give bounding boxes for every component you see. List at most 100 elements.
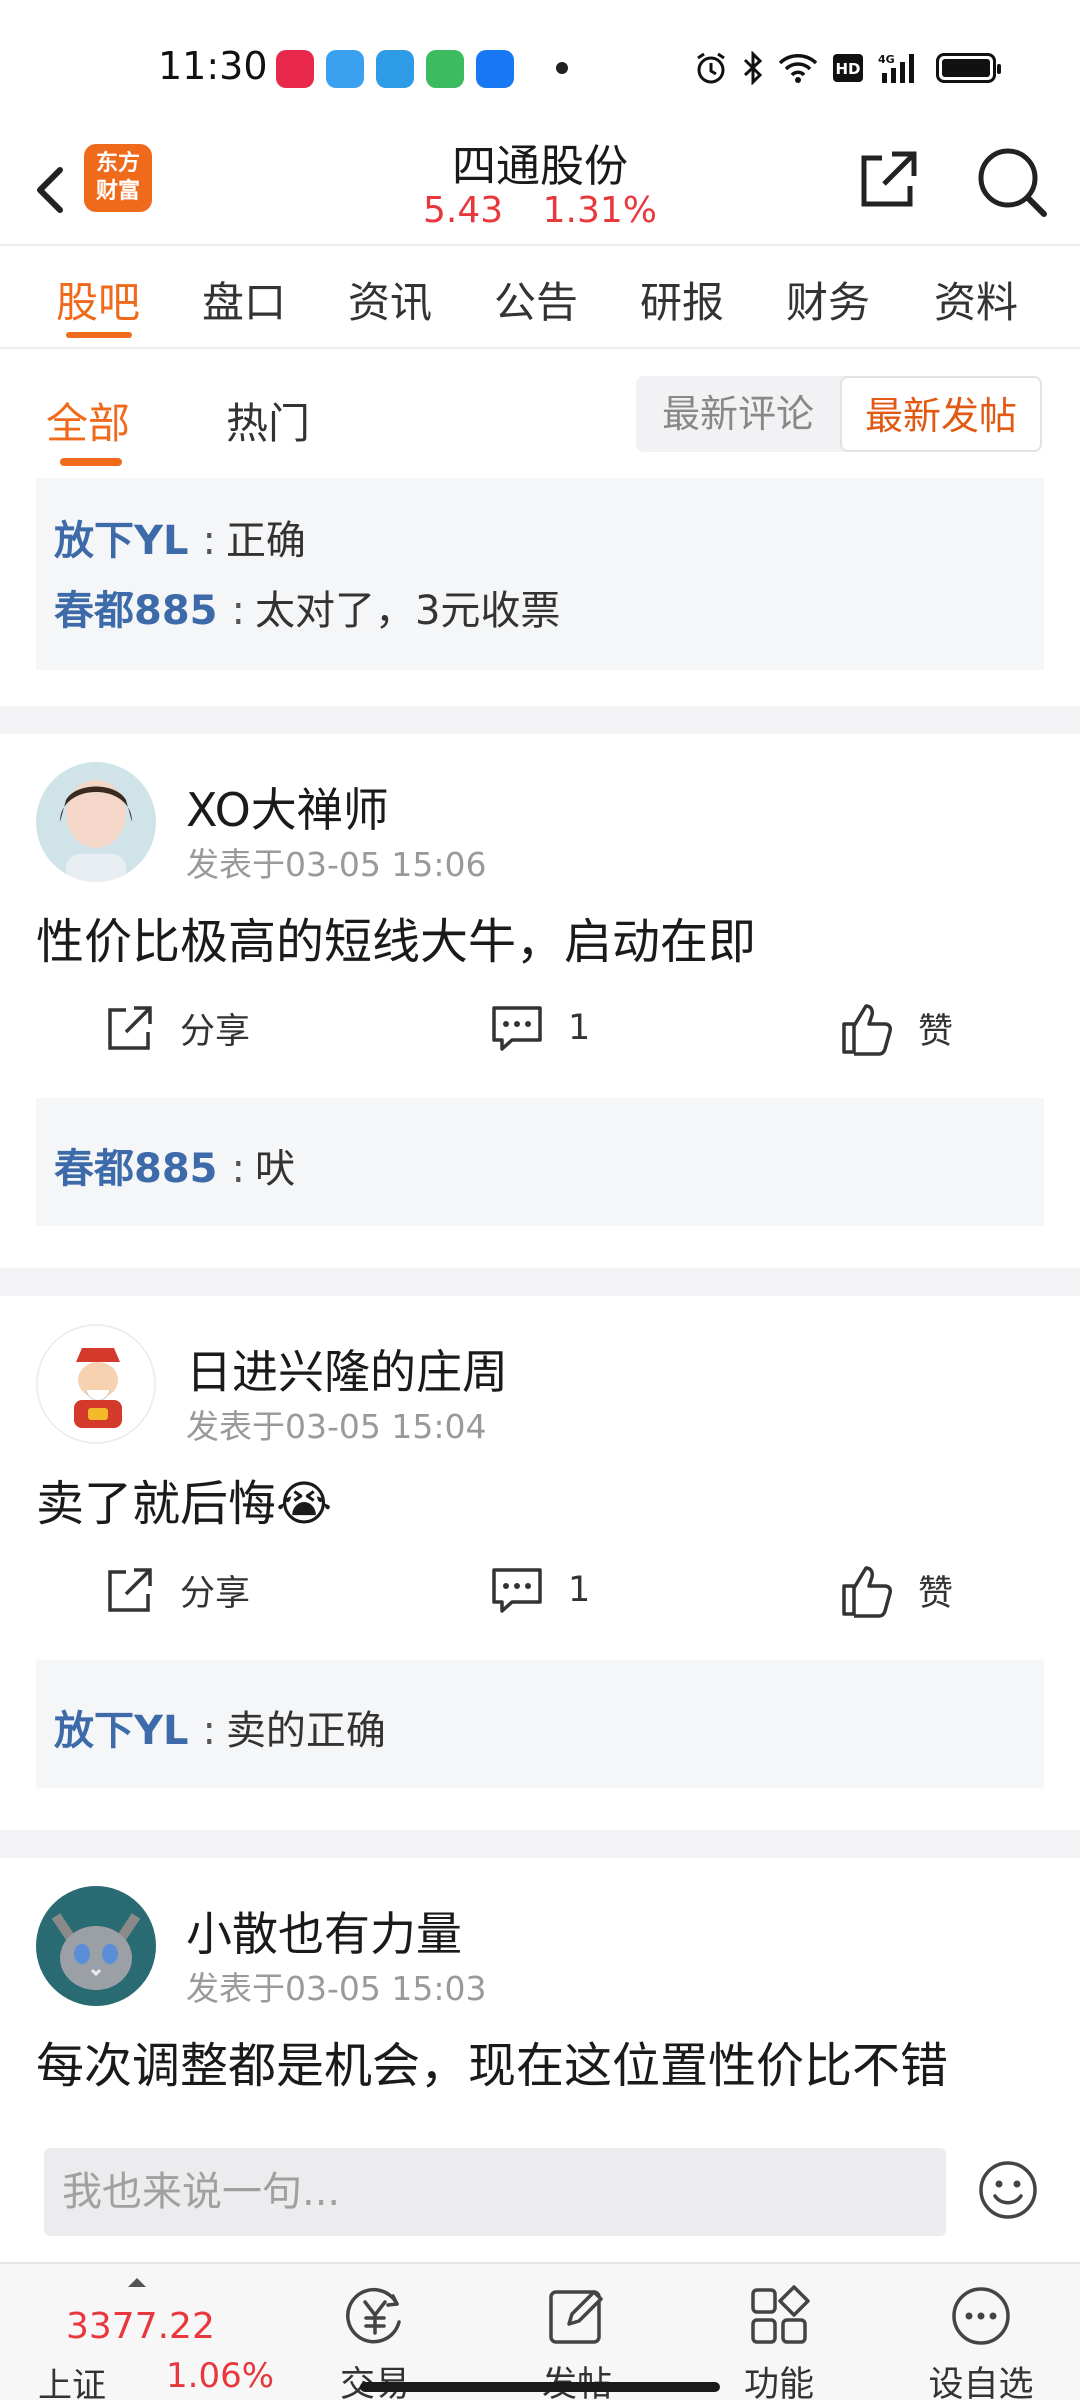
- comment-count: 1: [568, 1570, 591, 1610]
- reply-preview-box[interactable]: 放下YL: 正确 春都885: 太对了，3元收票: [36, 478, 1044, 670]
- author-name[interactable]: XO大禅师: [186, 774, 389, 840]
- nav-add-watchlist[interactable]: 设自选: [916, 2264, 1046, 2400]
- subtab-hot[interactable]: 热门: [226, 390, 310, 451]
- filter-bar: 全部 热门 最新评论 最新发帖: [0, 350, 1080, 476]
- yen-circle-icon: [346, 2287, 401, 2344]
- nav-features[interactable]: 功能: [714, 2264, 844, 2400]
- like-label: 赞: [918, 1573, 954, 1614]
- status-bar: 11:30 HD 4G: [0, 0, 1080, 130]
- tab-pankou[interactable]: 盘口: [202, 269, 286, 330]
- post-content[interactable]: 每次调整都是机会，现在这位置性价比不错: [36, 2026, 948, 2096]
- tab-research[interactable]: 研报: [640, 269, 724, 330]
- like-action[interactable]: 赞: [840, 1562, 953, 1618]
- battery-icon: [936, 48, 1001, 88]
- share-icon: [108, 1006, 152, 1050]
- reply-item[interactable]: 放下YL: 卖的正确: [54, 1698, 386, 1756]
- comment-action[interactable]: 1: [490, 1002, 590, 1054]
- smiley-icon: [979, 2161, 1037, 2219]
- post-separator: [0, 1830, 1080, 1858]
- tab-news[interactable]: 资讯: [348, 269, 432, 330]
- reply-bar: [0, 2128, 1080, 2260]
- like-action[interactable]: 赞: [840, 1000, 953, 1056]
- search-button[interactable]: [972, 142, 1052, 222]
- edit-icon: [549, 2290, 603, 2344]
- tab-guba[interactable]: 股吧: [56, 269, 140, 330]
- subtab-all[interactable]: 全部: [46, 390, 130, 451]
- reply-item[interactable]: 放下YL: 正确: [54, 508, 306, 566]
- comment-icon: [492, 1568, 542, 1613]
- comment-icon: [492, 1006, 542, 1051]
- alarm-icon: [694, 48, 728, 88]
- index-change: 1.06%: [166, 2356, 275, 2396]
- more-circle-icon: [952, 2287, 1010, 2345]
- status-indicators: HD 4G: [694, 48, 1001, 88]
- nav-post[interactable]: 发帖: [512, 2264, 642, 2400]
- reply-preview-box[interactable]: 放下YL: 卖的正确: [36, 1660, 1044, 1788]
- post-content[interactable]: 卖了就后悔😭: [36, 1464, 332, 1534]
- svg-text:4G: 4G: [878, 53, 895, 66]
- tabs-divider: [0, 347, 1080, 349]
- share-action[interactable]: 分享: [104, 1002, 250, 1054]
- stock-change: 1.31%: [542, 190, 657, 231]
- reply-separator: :: [202, 518, 216, 564]
- bottom-nav: 3377.22 上证 1.06% 交易 发帖 功能 设自选: [0, 2262, 1080, 2400]
- author-name[interactable]: 日进兴隆的庄周: [186, 1336, 508, 1402]
- avatar[interactable]: [36, 1324, 156, 1444]
- avatar[interactable]: [36, 762, 156, 882]
- nav-trade[interactable]: 交易: [310, 2264, 440, 2400]
- post-card[interactable]: 小散也有力量 发表于03-05 15:03 每次调整都是机会，现在这位置性价比不…: [0, 1858, 1080, 2128]
- reply-text: 卖的正确: [225, 1708, 386, 1754]
- reply-item[interactable]: 春都885: 吠: [54, 1136, 295, 1194]
- share-label: 分享: [180, 1011, 251, 1052]
- reply-preview-box[interactable]: 春都885: 吠: [36, 1098, 1044, 1226]
- post-card[interactable]: 日进兴隆的庄周 发表于03-05 15:04 卖了就后悔😭 分享 1 赞 放下Y…: [0, 1296, 1080, 1830]
- reply-text: 太对了，3元收票: [254, 588, 561, 634]
- status-time: 11:30: [158, 44, 268, 88]
- author-name[interactable]: 小散也有力量: [186, 1898, 462, 1964]
- reply-input[interactable]: [44, 2148, 946, 2236]
- reply-separator: :: [231, 588, 245, 634]
- sort-latest-post-button[interactable]: 最新发帖: [840, 376, 1042, 452]
- post-content-text: 卖了就后悔: [36, 1476, 277, 1532]
- emoji-button[interactable]: [976, 2158, 1040, 2222]
- nav-label: 设自选: [928, 2365, 1034, 2400]
- reply-separator: :: [231, 1146, 245, 1192]
- share-action[interactable]: 分享: [104, 1564, 250, 1616]
- post-time: 发表于03-05 15:03: [186, 1969, 487, 2008]
- app-notification-icon: [326, 50, 364, 88]
- post-time: 发表于03-05 15:06: [186, 845, 487, 884]
- share-label: 分享: [180, 1573, 251, 1614]
- thumbs-up-icon: [842, 1566, 892, 1618]
- post-content[interactable]: 性价比极高的短线大牛，启动在即: [36, 902, 756, 972]
- reply-username[interactable]: 放下YL: [54, 1708, 188, 1754]
- reply-username[interactable]: 放下YL: [54, 518, 188, 564]
- tab-announcements[interactable]: 公告: [494, 269, 578, 330]
- share-icon: [108, 1568, 152, 1612]
- post-separator: [0, 1268, 1080, 1296]
- nav-label: 交易: [310, 2356, 440, 2400]
- reply-text: 吠: [254, 1146, 295, 1192]
- post-feed[interactable]: 放下YL: 正确 春都885: 太对了，3元收票 XO大禅师 发表于03-05 15…: [0, 478, 1080, 2128]
- active-subtab-indicator: [60, 458, 122, 466]
- share-icon: [861, 151, 917, 207]
- post-separator: [0, 706, 1080, 734]
- post-card[interactable]: XO大禅师 发表于03-05 15:06 性价比极高的短线大牛，启动在即 分享 …: [0, 734, 1080, 1268]
- crying-emoji-icon: 😭: [276, 1476, 333, 1532]
- wifi-icon: [778, 48, 818, 88]
- header-divider: [0, 244, 1080, 246]
- stock-price: 5.43: [423, 190, 504, 231]
- tab-finance[interactable]: 财务: [786, 269, 870, 330]
- home-indicator[interactable]: [360, 2382, 720, 2392]
- sort-latest-comment-button[interactable]: 最新评论: [636, 376, 840, 452]
- comment-action[interactable]: 1: [490, 1564, 590, 1616]
- svg-text:HD: HD: [835, 60, 860, 78]
- avatar[interactable]: [36, 1886, 156, 2006]
- more-notifications-dot-icon: [556, 62, 568, 74]
- share-button[interactable]: [852, 144, 924, 216]
- signal-4g-icon: 4G: [878, 48, 922, 88]
- tab-profile[interactable]: 资料: [934, 269, 1018, 330]
- reply-username[interactable]: 春都885: [54, 588, 218, 634]
- reply-username[interactable]: 春都885: [54, 1146, 218, 1192]
- reply-item[interactable]: 春都885: 太对了，3元收票: [54, 578, 560, 636]
- nav-label: 功能: [743, 2365, 814, 2400]
